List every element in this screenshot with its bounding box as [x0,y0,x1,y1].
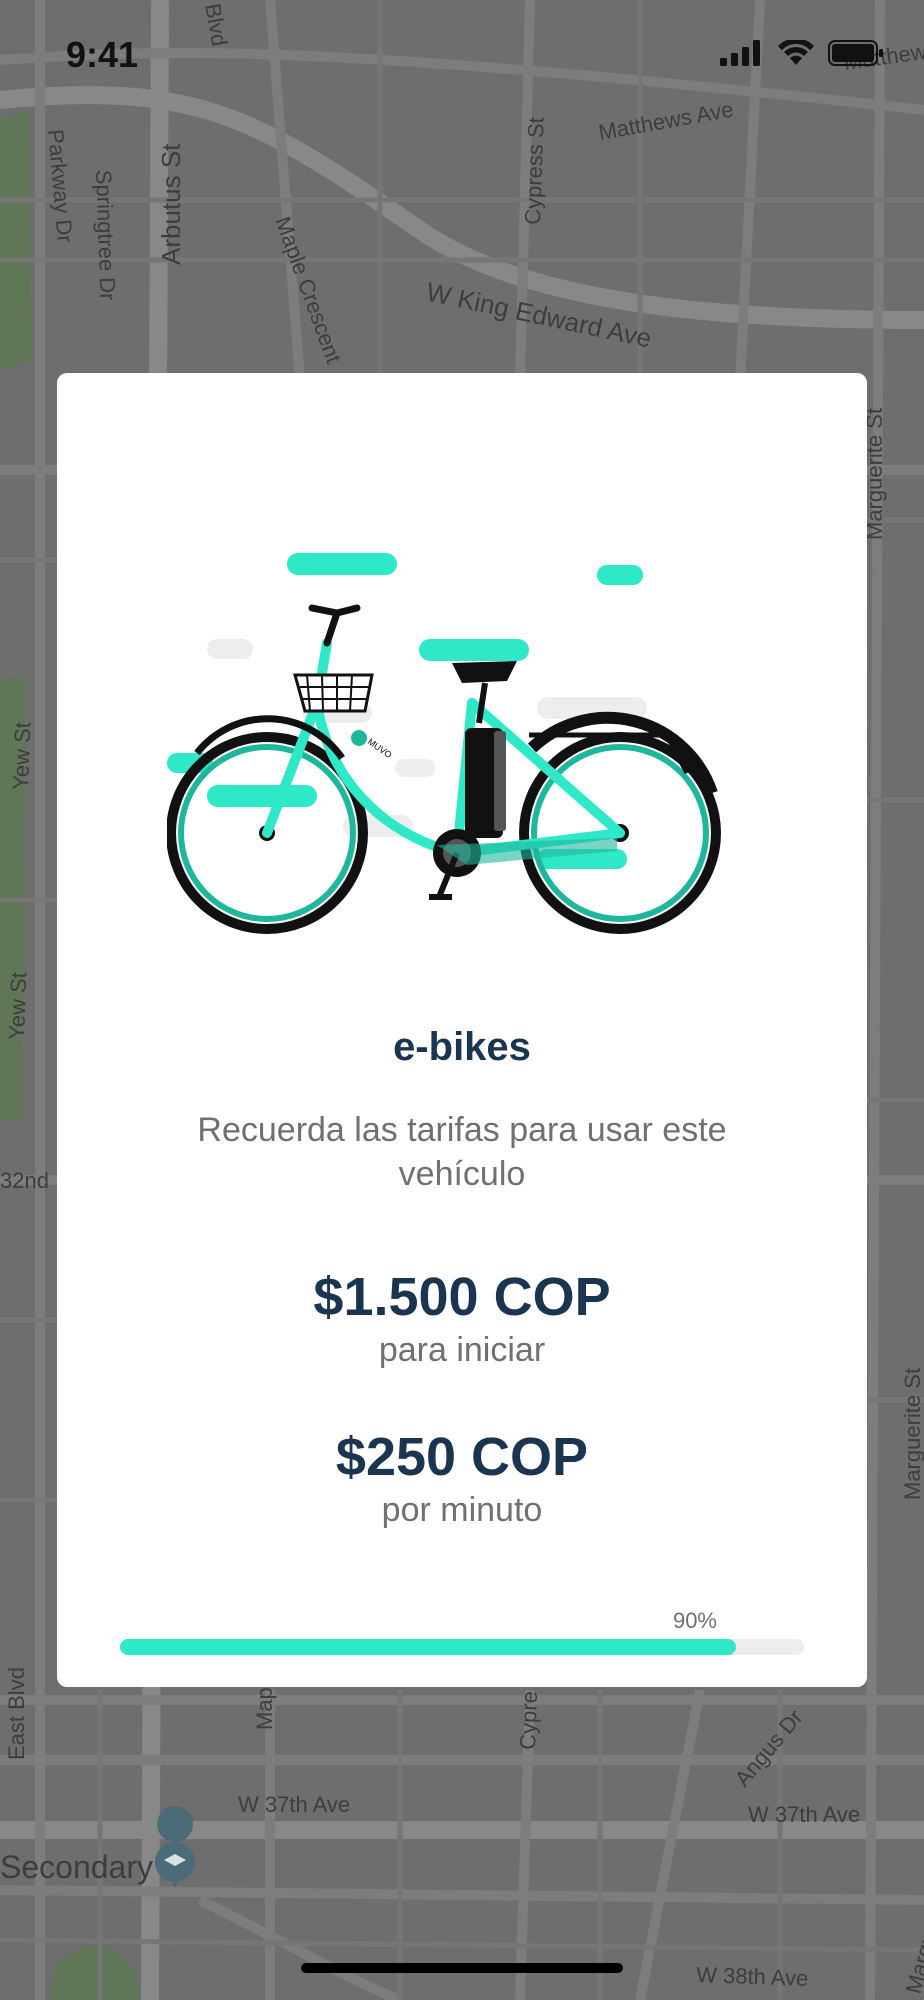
progress-bar-fill [120,1639,736,1655]
status-time: 9:41 [66,34,139,75]
start-price-label: para iniciar [378,1331,546,1369]
map-label: Marguerite St [900,1368,924,1500]
progress-bar [120,1639,804,1655]
map-label: Yew St [8,722,35,791]
status-bar: 9:41 [0,0,924,110]
wifi-icon [778,40,814,65]
ebike-illustration: MUVO [167,553,721,934]
map-label: W 37th Ave [238,1792,350,1817]
map-label: Springtree Dr [91,169,121,301]
map-label: Cypress St [520,117,549,225]
screen: Blvd Matthews Ave Matthew Parkway Dr Spr… [0,0,924,2000]
progress-percentage: 90% [672,1608,717,1633]
signal-icon [720,40,760,66]
map-label: W 37th Ave [748,1802,860,1827]
map-label: Secondary [0,1849,153,1885]
map-label: Arbutus St [156,143,186,265]
map-label: East Blvd [4,1667,29,1760]
bike-brand-label: MUVO [366,736,394,760]
vehicle-title: e-bikes [393,1025,531,1069]
map-label: 32nd [0,1168,49,1193]
map-label: Yew St [4,972,31,1041]
start-price: $1.500 COP [313,1267,611,1327]
fare-reminder-text: Recuerda las tarifas para usar este vehí… [197,1111,727,1193]
fare-info-card: MUVO e-bikes Recuerda las tarifas para u… [57,373,867,1687]
map-label: Map [252,1687,277,1730]
map-label: Cypre [515,1691,542,1751]
per-minute-price: $250 COP [335,1427,589,1487]
status-icons [720,40,884,66]
battery-icon [828,40,883,66]
map-label: W 38th Ave [696,1962,809,1991]
home-indicator[interactable] [301,1963,623,1973]
per-minute-price-label: por minuto [381,1491,543,1529]
